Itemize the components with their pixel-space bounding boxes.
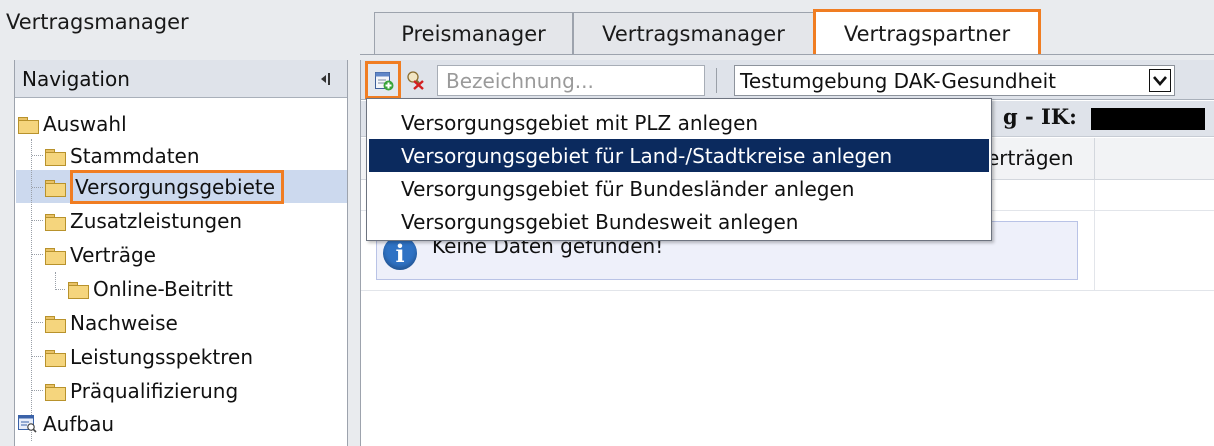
tree-guide-line <box>32 155 43 156</box>
tab-vertragsmanager[interactable]: Vertragsmanager <box>573 12 814 55</box>
tree-item-versorgungsgebiete[interactable]: Versorgungsgebiete <box>45 170 285 204</box>
tree-guide-line <box>32 254 43 255</box>
column-divider <box>1094 211 1095 291</box>
tree-item-aufbau[interactable]: Aufbau <box>18 408 114 440</box>
tree-item-label: Nachweise <box>70 311 178 335</box>
add-document-icon <box>375 72 394 91</box>
tree-guide-line <box>56 289 65 290</box>
tree-item-praequalifizierung[interactable]: Präqualifizierung <box>45 375 238 407</box>
environment-select-value: Testumgebung DAK-Gesundheit <box>740 68 1056 93</box>
navigation-title: Navigation <box>22 66 130 91</box>
toolbar-separator <box>716 68 717 93</box>
redacted-ik <box>1091 108 1205 130</box>
tree-item-online-beitritt[interactable]: Online-Beitritt <box>68 273 233 305</box>
folder-icon <box>45 148 66 166</box>
search-input[interactable] <box>437 65 705 96</box>
navigation-header: Navigation <box>15 60 347 98</box>
tree-item-leistungsspektren[interactable]: Leistungsspektren <box>45 341 253 373</box>
tab-preismanager[interactable]: Preismanager <box>374 12 573 55</box>
column-divider <box>1094 180 1095 211</box>
environment-select[interactable]: Testumgebung DAK-Gesundheit <box>734 65 1175 96</box>
tree-item-label: Online-Beitritt <box>93 277 233 301</box>
tree-item-label: Aufbau <box>43 412 115 436</box>
chevron-down-icon[interactable] <box>1149 69 1171 92</box>
tree-guide-line <box>32 390 43 391</box>
tree-guide-line <box>55 272 56 290</box>
tree-item-label: Auswahl <box>43 112 127 136</box>
folder-icon <box>45 383 66 401</box>
menu-item-plz[interactable]: Versorgungsgebiet mit PLZ anlegen <box>367 106 991 139</box>
structure-icon <box>18 415 37 433</box>
column-header[interactable]: erträgen <box>987 146 1074 170</box>
tree-item-label: Leistungsspektren <box>70 345 253 369</box>
tree-item-zusatzleistungen[interactable]: Zusatzleistungen <box>45 205 242 237</box>
tree-item-auswahl[interactable]: Auswahl <box>18 108 127 140</box>
add-menu: Versorgungsgebiet mit PLZ anlegen Versor… <box>366 98 992 241</box>
tree-item-label: Verträge <box>70 243 156 267</box>
column-divider <box>1094 138 1095 180</box>
tree-item-label: Stammdaten <box>70 144 200 168</box>
tree-item-nachweise[interactable]: Nachweise <box>45 307 178 339</box>
folder-icon <box>45 349 66 367</box>
navigation-panel: Navigation Auswahl Stammdaten Versorgung… <box>14 60 348 446</box>
tabbar-divider <box>360 54 1214 55</box>
folder-icon <box>18 116 39 134</box>
folder-icon <box>45 213 66 231</box>
tree-item-label: Versorgungsgebiete <box>70 170 285 204</box>
tree-guide-line <box>32 220 43 221</box>
folder-icon <box>68 281 89 299</box>
tab-vertragspartner[interactable]: Vertragspartner <box>813 9 1041 55</box>
folder-icon <box>45 315 66 333</box>
clear-filter-icon[interactable] <box>405 70 425 90</box>
collapse-panel-icon[interactable] <box>319 71 331 87</box>
tree-guide-line <box>32 187 43 188</box>
menu-item-land-stadtkreise[interactable]: Versorgungsgebiet für Land-/Stadtkreise … <box>369 139 989 172</box>
tree-item-label: Präqualifizierung <box>70 379 239 403</box>
toolbar: Testumgebung DAK-Gesundheit <box>361 60 1214 100</box>
folder-icon <box>45 247 66 265</box>
tree-item-stammdaten[interactable]: Stammdaten <box>45 140 200 172</box>
tree-guide-line <box>32 356 43 357</box>
app-title: Vertragsmanager <box>6 10 189 34</box>
table-title: g - IK: <box>1003 104 1077 129</box>
menu-item-bundesweit[interactable]: Versorgungsgebiet Bundesweit anlegen <box>367 205 991 238</box>
open-folder-icon <box>45 179 66 197</box>
menu-item-bundeslaender[interactable]: Versorgungsgebiet für Bundesländer anleg… <box>367 172 991 205</box>
add-button[interactable] <box>365 61 401 99</box>
info-icon: i <box>383 236 417 270</box>
tree-guide-line <box>32 322 43 323</box>
tree-item-label: Zusatzleistungen <box>70 209 243 233</box>
tree-guide-line <box>31 139 32 441</box>
tree-item-vertraege[interactable]: Verträge <box>45 239 156 271</box>
